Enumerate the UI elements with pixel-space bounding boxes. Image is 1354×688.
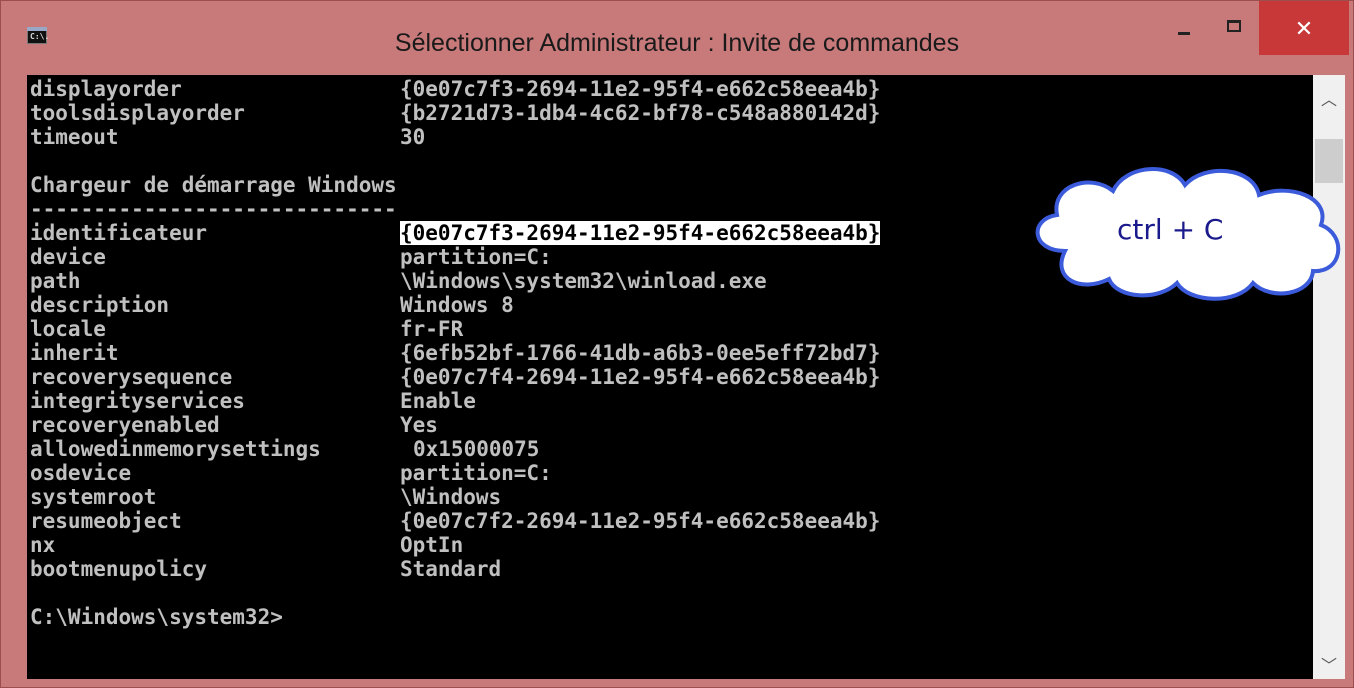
console-key: timeout xyxy=(30,125,119,149)
console-line: timeout 30 xyxy=(30,125,1310,149)
minimize-button[interactable] xyxy=(1157,1,1211,51)
console-line: displayorder {0e07c7f3-2694-11e2-95f4-e66… xyxy=(30,77,1310,101)
console-line: resumeobject {0e07c7f2-2694-11e2-95f4-e66… xyxy=(30,509,1310,533)
console-key: inherit xyxy=(30,341,119,365)
console-key: Chargeur de démarrage Windows xyxy=(30,173,397,197)
console-value: Windows 8 xyxy=(400,293,514,317)
console-value: partition=C: xyxy=(400,245,552,269)
selected-value: {0e07c7f3-2694-11e2-95f4-e662c58eea4b} xyxy=(400,221,881,245)
maximize-icon xyxy=(1227,20,1241,32)
console-line: recoveryenabled Yes xyxy=(30,413,1310,437)
console-value: Standard xyxy=(400,557,502,581)
scroll-up-button[interactable]: ︿ xyxy=(1313,83,1345,113)
console-line: bootmenupolicy Standard xyxy=(30,557,1310,581)
close-button[interactable]: ✕ xyxy=(1259,1,1349,55)
console-key: recoverysequence xyxy=(30,365,233,389)
console-line: allowedinmemorysettings 0x15000075 xyxy=(30,437,1310,461)
console-key: integrityservices xyxy=(30,389,245,413)
console-key: C:\Windows\system32> xyxy=(30,605,283,629)
console-key: nx xyxy=(30,533,56,557)
console-value: {6efb52bf-1766-41db-a6b3-0ee5eff72bd7} xyxy=(400,341,881,365)
console-line: integrityservices Enable xyxy=(30,389,1310,413)
console-key: ----------------------------- xyxy=(30,197,397,221)
close-icon: ✕ xyxy=(1294,17,1314,42)
console-value: 30 xyxy=(400,125,426,149)
window-title: Sélectionner Administrateur : Invite de … xyxy=(394,29,960,57)
console-key: recoveryenabled xyxy=(30,413,220,437)
console-key: bootmenupolicy xyxy=(30,557,208,581)
console-line: inherit {6efb52bf-1766-41db-a6b3-0ee5eff7… xyxy=(30,341,1310,365)
console-value: {b2721d73-1db4-4c62-bf78-c548a880142d} xyxy=(400,101,881,125)
console-value: {0e07c7f4-2694-11e2-95f4-e662c58eea4b} xyxy=(400,365,881,389)
console-value: OptIn xyxy=(400,533,464,557)
console-value: {0e07c7f3-2694-11e2-95f4-e662c58eea4b} xyxy=(400,77,881,101)
console-key: resumeobject xyxy=(30,509,182,533)
console-line: locale fr-FR xyxy=(30,317,1310,341)
console-key: locale xyxy=(30,317,106,341)
console-value: \Windows xyxy=(400,485,502,509)
maximize-button[interactable] xyxy=(1207,1,1261,51)
console-key: device xyxy=(30,245,106,269)
console-line: systemroot \Windows xyxy=(30,485,1310,509)
callout-text: ctrl + C xyxy=(1117,213,1224,246)
console-line: nx OptIn xyxy=(30,533,1310,557)
console-value: \Windows\system32\winload.exe xyxy=(400,269,767,293)
console-line: osdevice partition=C: xyxy=(30,461,1310,485)
console-key: path xyxy=(30,269,81,293)
console-window: C:\. Sélectionner Administrateur : Invit… xyxy=(0,0,1354,688)
chevron-down-icon: ﹀ xyxy=(1320,656,1337,675)
console-value: Enable xyxy=(400,389,476,413)
console-value: Yes xyxy=(400,413,438,437)
console-line: recoverysequence {0e07c7f4-2694-11e2-95f4… xyxy=(30,365,1310,389)
scroll-down-button[interactable]: ﹀ xyxy=(1313,649,1345,679)
console-value: 0x15000075 xyxy=(413,437,540,461)
console-line: C:\Windows\system32> xyxy=(30,605,1310,629)
console-key: allowedinmemorysettings xyxy=(30,437,321,461)
console-key: toolsdisplayorder xyxy=(30,101,245,125)
console-line: toolsdisplayorder {b2721d73-1db4-4c62-bf7… xyxy=(30,101,1310,125)
console-key: displayorder xyxy=(30,77,182,101)
console-key: description xyxy=(30,293,170,317)
console-key: osdevice xyxy=(30,461,132,485)
console-value: partition=C: xyxy=(400,461,552,485)
chevron-up-icon: ︿ xyxy=(1320,90,1337,109)
console-key: identificateur xyxy=(30,221,208,245)
title-bar[interactable]: C:\. Sélectionner Administrateur : Invit… xyxy=(1,1,1353,69)
console-key: systemroot xyxy=(30,485,157,509)
console-value: fr-FR xyxy=(400,317,464,341)
minimize-icon xyxy=(1178,31,1190,35)
console-value: {0e07c7f2-2694-11e2-95f4-e662c58eea4b} xyxy=(400,509,881,533)
